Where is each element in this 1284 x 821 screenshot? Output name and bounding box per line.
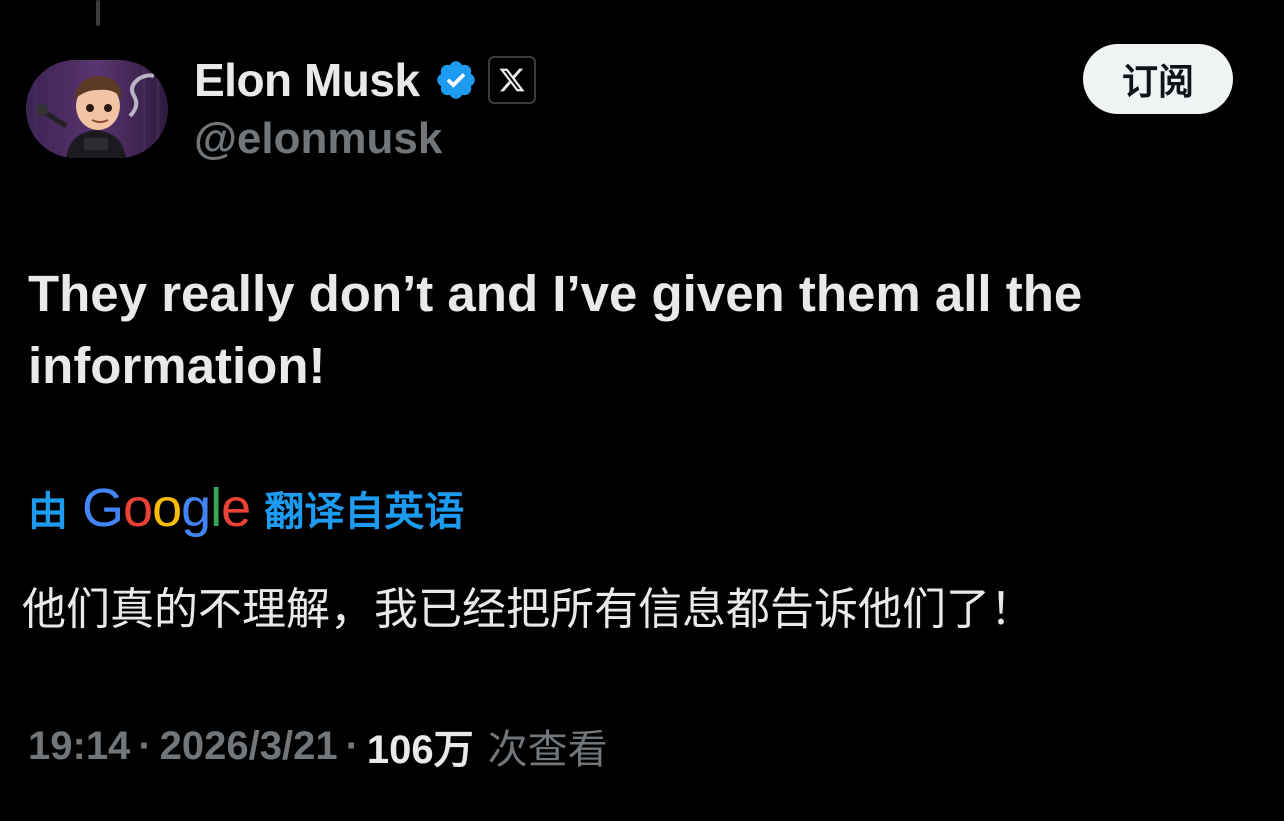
translation-prefix: 由: [28, 489, 68, 535]
meta-separator: ·: [345, 723, 359, 768]
thread-connector-line: [96, 0, 100, 26]
x-logo-icon[interactable]: [487, 56, 536, 104]
tweet-time[interactable]: 19:14: [28, 724, 130, 769]
google-logo-letter: l: [210, 478, 222, 538]
views-count[interactable]: 106万: [367, 717, 474, 775]
tweet-text: They really don’t and I’ve given them al…: [28, 265, 1083, 394]
google-logo-letter: e: [221, 478, 251, 538]
subscribe-button[interactable]: 订阅: [1083, 44, 1233, 114]
translation-suffix: 翻译自英语: [264, 489, 465, 535]
verified-checkmark-icon[interactable]: [434, 58, 478, 102]
avatar[interactable]: [26, 60, 168, 158]
google-logo: Google: [82, 477, 251, 539]
meta-separator: ·: [138, 723, 152, 768]
author-handle[interactable]: @elonmusk: [194, 114, 442, 164]
google-logo-letter: G: [82, 478, 124, 538]
author-name-row: Elon Musk: [194, 52, 536, 108]
translated-tweet-text: 他们真的不理解，我已经把所有信息都告诉他们了！: [22, 584, 1034, 635]
tweet-date[interactable]: 2026/3/21: [160, 724, 338, 769]
author-display-name[interactable]: Elon Musk: [194, 53, 420, 107]
google-logo-letter: g: [181, 478, 211, 538]
avatar-image: [26, 60, 168, 158]
google-logo-letter: o: [123, 478, 153, 538]
translation-attribution[interactable]: 由 Google 翻译自英语: [28, 478, 464, 538]
tweet-meta: 19:14 · 2026/3/21 · 106万 次查看: [28, 718, 608, 774]
views-label: 次查看: [487, 727, 608, 773]
google-logo-letter: o: [152, 478, 182, 538]
